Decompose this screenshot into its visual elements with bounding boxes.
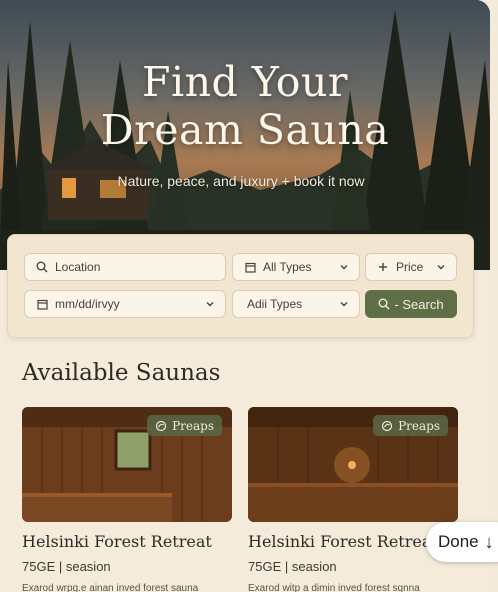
hero-banner: Find Your Dream Sauna Nature, peace, and…	[0, 0, 490, 270]
plus-icon	[376, 260, 390, 274]
card-title: Helsinki Forest Retreat	[22, 532, 212, 551]
arrow-down-icon: ↓	[484, 531, 494, 552]
card-description: Exarod witp a dimin inved forest sqnna	[248, 583, 420, 592]
search-button[interactable]: - Search	[365, 290, 457, 318]
hero-title: Find Your Dream Sauna	[0, 58, 490, 154]
calendar-icon	[243, 260, 257, 274]
types-select[interactable]: All Types	[232, 253, 360, 281]
badge-label: Preaps	[172, 418, 214, 433]
hero-title-line-1: Find Your	[142, 58, 348, 106]
price-label: Price	[396, 260, 424, 274]
hero-title-line-2: Dream Sauna	[100, 106, 390, 154]
search-icon	[378, 298, 390, 310]
done-button[interactable]: Done ↓	[426, 522, 498, 562]
sauna-card[interactable]: Preaps Helsinki Forest Retreat 75GE | se…	[22, 407, 232, 592]
chevron-down-icon	[340, 265, 348, 270]
card-description: Exarod wrpg.e ainan inved forest sauna	[22, 583, 199, 592]
card-meta: 75GE | seasion	[248, 559, 337, 574]
sauna-card[interactable]: Preaps Helsinki Forest Retreat 75GE | se…	[248, 407, 458, 592]
app-frame: Find Your Dream Sauna Nature, peace, and…	[0, 0, 490, 592]
status-badge: Preaps	[373, 415, 448, 436]
chevron-down-icon	[206, 302, 214, 307]
price-select[interactable]: Price	[365, 253, 457, 281]
chevron-down-icon	[340, 302, 348, 307]
card-meta: 75GE | seasion	[22, 559, 111, 574]
date-input[interactable]: mm/dd/irvyy	[24, 290, 226, 318]
badge-label: Preaps	[398, 418, 440, 433]
location-placeholder: Location	[55, 260, 101, 274]
leaf-icon	[155, 420, 167, 432]
status-badge: Preaps	[147, 415, 222, 436]
search-icon	[35, 260, 49, 274]
search-button-label: - Search	[394, 296, 444, 312]
section-title: Available Saunas	[22, 360, 221, 386]
location-input[interactable]: Location	[24, 253, 226, 281]
leaf-icon	[381, 420, 393, 432]
calendar-icon	[35, 297, 49, 311]
search-panel: Location All Types Price mm/dd/irvyy Adi…	[7, 234, 474, 338]
chevron-down-icon	[437, 265, 445, 270]
hero-subtitle: Nature, peace, and juxury + book it now	[117, 173, 365, 189]
card-title: Helsinki Forest Retreat	[248, 532, 438, 551]
sauna-image: Preaps	[248, 407, 458, 522]
done-label: Done	[438, 532, 479, 551]
sauna-image: Preaps	[22, 407, 232, 522]
types-select-secondary[interactable]: Adii Types	[232, 290, 360, 318]
types2-label: Adii Types	[247, 297, 303, 311]
types-label: All Types	[263, 260, 312, 274]
date-placeholder: mm/dd/irvyy	[55, 297, 120, 311]
